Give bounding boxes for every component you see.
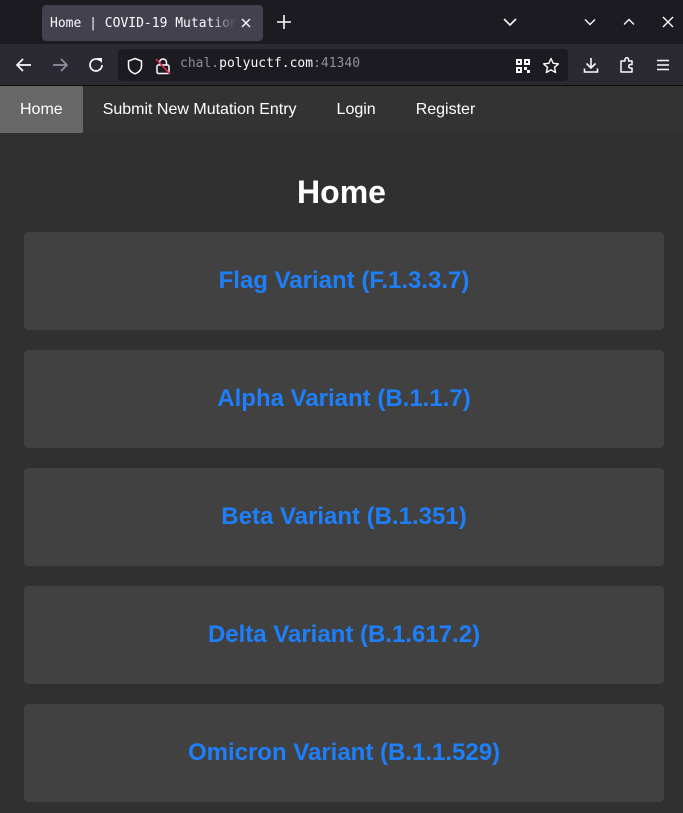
forward-arrow-icon[interactable] bbox=[50, 55, 70, 75]
new-tab-plus-icon[interactable] bbox=[274, 12, 294, 32]
minimize-chevron-down-icon[interactable] bbox=[580, 12, 600, 32]
list-all-tabs-chevron-icon[interactable] bbox=[500, 12, 520, 32]
page-content: Home Submit New Mutation Entry Login Reg… bbox=[0, 86, 683, 813]
nav-link-home[interactable]: Home bbox=[0, 86, 83, 133]
variant-link-beta[interactable]: Beta Variant (B.1.351) bbox=[221, 503, 466, 531]
tab-title: Home | COVID-19 Mutation bbox=[50, 15, 236, 31]
downloads-icon[interactable] bbox=[581, 55, 601, 75]
url-subdomain: chal. bbox=[180, 56, 220, 71]
bookmark-star-icon[interactable] bbox=[542, 57, 560, 75]
shield-icon[interactable] bbox=[126, 57, 144, 75]
nav-link-register[interactable]: Register bbox=[396, 86, 496, 133]
variant-card: Flag Variant (F.1.3.3.7) bbox=[24, 232, 664, 330]
variant-link-alpha[interactable]: Alpha Variant (B.1.1.7) bbox=[217, 385, 470, 413]
browser-tab[interactable]: Home | COVID-19 Mutation bbox=[42, 5, 263, 41]
site-navbar: Home Submit New Mutation Entry Login Reg… bbox=[0, 86, 683, 133]
url-bar[interactable]: chal.polyuctf.com:41340 bbox=[118, 49, 568, 81]
maximize-chevron-up-icon[interactable] bbox=[619, 12, 639, 32]
nav-link-login[interactable]: Login bbox=[317, 86, 396, 133]
close-window-icon[interactable] bbox=[658, 12, 678, 32]
extensions-puzzle-icon[interactable] bbox=[617, 55, 637, 75]
nav-link-submit-mutation[interactable]: Submit New Mutation Entry bbox=[83, 86, 317, 133]
variant-link-flag[interactable]: Flag Variant (F.1.3.3.7) bbox=[219, 267, 470, 295]
browser-toolbar: chal.polyuctf.com:41340 bbox=[0, 44, 683, 86]
variant-link-omicron[interactable]: Omicron Variant (B.1.1.529) bbox=[188, 739, 500, 767]
url-port: :41340 bbox=[313, 56, 361, 71]
page-title: Home bbox=[297, 174, 386, 210]
variant-list: Flag Variant (F.1.3.3.7) Alpha Variant (… bbox=[24, 232, 664, 813]
variant-card: Alpha Variant (B.1.1.7) bbox=[24, 350, 664, 448]
insecure-lock-icon[interactable] bbox=[154, 57, 172, 75]
qr-code-icon[interactable] bbox=[514, 57, 532, 75]
variant-card: Omicron Variant (B.1.1.529) bbox=[24, 704, 664, 802]
tab-strip: Home | COVID-19 Mutation bbox=[0, 0, 683, 44]
url-domain: polyuctf.com bbox=[219, 56, 314, 71]
variant-card: Beta Variant (B.1.351) bbox=[24, 468, 664, 566]
back-arrow-icon[interactable] bbox=[14, 55, 34, 75]
reload-icon[interactable] bbox=[86, 55, 106, 75]
hamburger-menu-icon[interactable] bbox=[653, 55, 673, 75]
close-tab-icon[interactable] bbox=[237, 14, 255, 32]
variant-card: Delta Variant (B.1.617.2) bbox=[24, 586, 664, 684]
variant-link-delta[interactable]: Delta Variant (B.1.617.2) bbox=[208, 621, 480, 649]
url-text: chal.polyuctf.com:41340 bbox=[180, 56, 360, 71]
